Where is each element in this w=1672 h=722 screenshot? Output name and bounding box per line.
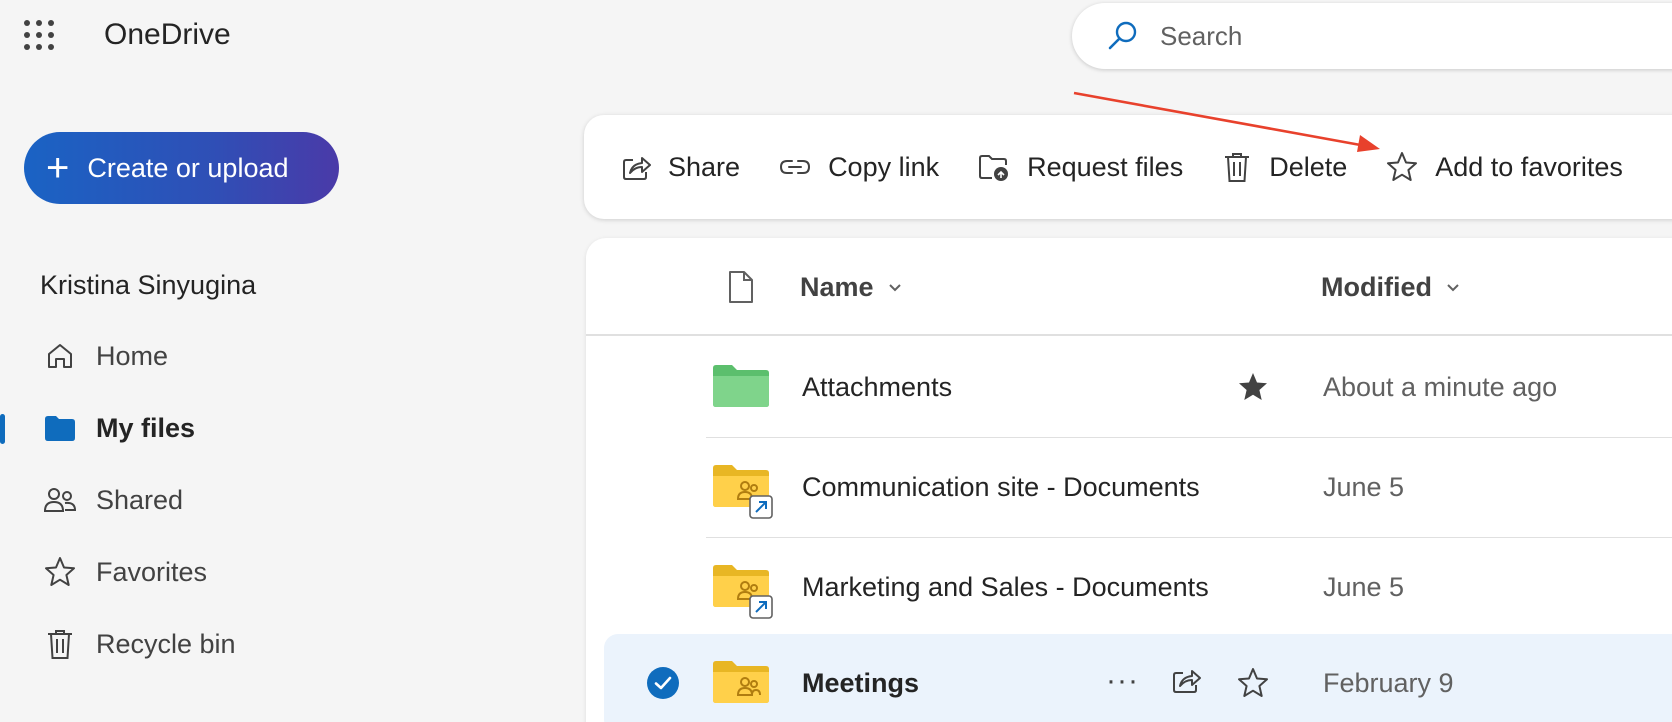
share-icon: [620, 151, 652, 183]
add-to-favorites-button[interactable]: Add to favorites: [1385, 150, 1623, 184]
sidebar-item-recycle-bin[interactable]: Recycle bin: [0, 608, 560, 680]
sidebar-item-label: Favorites: [96, 556, 208, 587]
column-header-name[interactable]: Name: [800, 272, 902, 303]
list-header: Name Modified: [586, 238, 1672, 336]
sidebar-nav: Home My files Shared Favorites Recycle b…: [0, 320, 560, 680]
sidebar-item-home[interactable]: Home: [0, 320, 560, 392]
sidebar-item-label: Recycle bin: [96, 628, 236, 659]
chevron-down-icon: [888, 283, 902, 293]
table-row[interactable]: Attachments About a minute ago: [586, 338, 1672, 438]
copy-link-button[interactable]: Copy link: [778, 151, 939, 183]
user-name: Kristina Sinyugina: [40, 270, 257, 300]
file-name[interactable]: Marketing and Sales - Documents: [802, 572, 1209, 603]
create-or-upload-label: Create or upload: [87, 152, 289, 183]
file-list: Name Modified Attachments About a minute…: [586, 238, 1672, 722]
trash-icon: [42, 626, 78, 662]
sidebar-item-label: Shared: [96, 484, 184, 515]
star-icon: [1385, 150, 1419, 184]
table-row[interactable]: Marketing and Sales - Documents June 5: [586, 538, 1672, 638]
table-row[interactable]: Meetings ··· February 9: [604, 634, 1672, 722]
more-options-icon[interactable]: ···: [1106, 664, 1139, 698]
plus-icon: +: [46, 146, 70, 190]
add-to-favorites-label: Add to favorites: [1435, 151, 1623, 182]
checkmark-circle-icon[interactable]: [646, 666, 680, 700]
share-button[interactable]: Share: [620, 151, 740, 183]
column-header-modified[interactable]: Modified: [1321, 272, 1460, 303]
search-icon: [1106, 20, 1138, 52]
modified-date: June 5: [1323, 472, 1405, 502]
copy-link-label: Copy link: [828, 151, 940, 182]
star-icon: [42, 554, 78, 590]
sidebar-item-label: My files: [96, 412, 196, 443]
people-icon: [42, 482, 78, 518]
folder-icon: [42, 410, 78, 446]
home-icon: [42, 338, 78, 374]
sidebar-item-my-files[interactable]: My files: [0, 392, 560, 464]
column-header-modified-label: Modified: [1321, 272, 1432, 302]
shared-folder-shortcut-icon: [712, 464, 774, 520]
shared-folder-icon: [712, 660, 770, 704]
file-type-icon: [728, 270, 754, 304]
app-launcher-icon[interactable]: [22, 18, 56, 52]
app-title[interactable]: OneDrive: [104, 18, 231, 52]
modified-date: February 9: [1323, 668, 1454, 698]
folder-request-icon: [977, 151, 1011, 183]
link-icon: [778, 151, 812, 183]
shared-folder-shortcut-icon: [712, 564, 774, 620]
chevron-down-icon: [1446, 283, 1460, 293]
favorite-star-filled-icon[interactable]: [1236, 370, 1270, 404]
modified-date: June 5: [1323, 572, 1405, 602]
file-name[interactable]: Meetings: [802, 668, 919, 699]
folder-icon: [712, 364, 770, 408]
file-name[interactable]: Attachments: [802, 372, 952, 403]
share-label: Share: [668, 151, 741, 182]
table-row[interactable]: Communication site - Documents June 5: [586, 438, 1672, 538]
create-or-upload-button[interactable]: + Create or upload: [24, 132, 339, 204]
search-input[interactable]: [1160, 20, 1560, 52]
sidebar-item-favorites[interactable]: Favorites: [0, 536, 560, 608]
favorite-star-icon[interactable]: [1236, 666, 1270, 700]
sidebar-item-label: Home: [96, 340, 169, 371]
share-icon[interactable]: [1170, 664, 1202, 696]
modified-date: About a minute ago: [1323, 372, 1558, 402]
search-box[interactable]: [1072, 3, 1672, 69]
sidebar-item-shared[interactable]: Shared: [0, 464, 560, 536]
file-name[interactable]: Communication site - Documents: [802, 472, 1200, 503]
annotation-arrow: [1073, 91, 1380, 152]
column-header-name-label: Name: [800, 272, 874, 302]
